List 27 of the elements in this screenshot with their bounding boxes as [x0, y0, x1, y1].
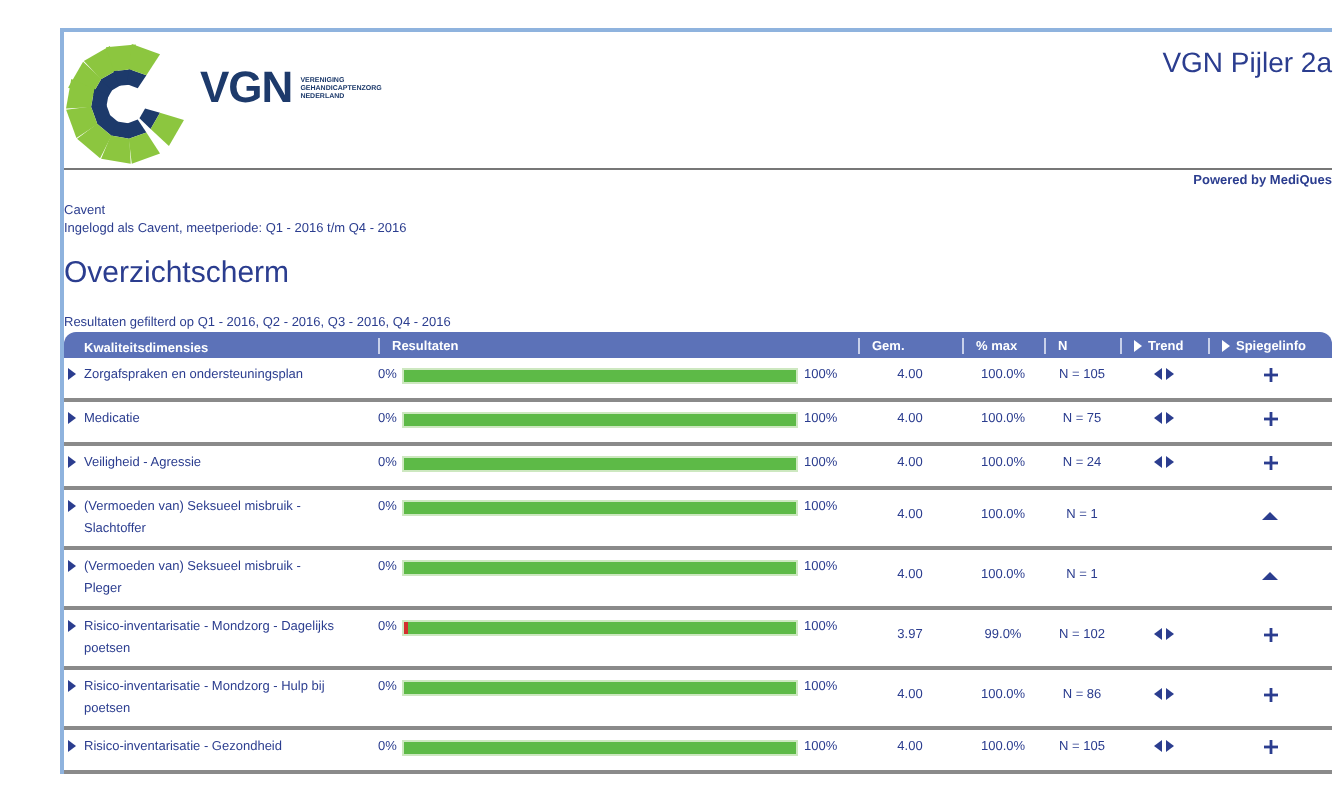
- logo-wordmark: VGN: [200, 62, 293, 114]
- plus-icon[interactable]: [1263, 412, 1277, 426]
- expand-arrow-icon[interactable]: [68, 680, 76, 692]
- expand-arrow-icon[interactable]: [68, 456, 76, 468]
- left-right-arrows-icon[interactable]: [1154, 627, 1174, 639]
- collapse-arrow-icon[interactable]: [1262, 511, 1278, 519]
- plus-icon[interactable]: [1263, 688, 1277, 702]
- left-right-arrows-icon[interactable]: [1154, 455, 1174, 467]
- expand-arrow-icon[interactable]: [68, 500, 76, 512]
- left-right-arrows-icon[interactable]: [1154, 411, 1174, 423]
- plus-icon[interactable]: [1263, 456, 1277, 470]
- left-right-arrows-icon[interactable]: [1154, 367, 1174, 379]
- expand-arrow-icon[interactable]: [1134, 340, 1142, 352]
- left-right-arrows-icon[interactable]: [1154, 739, 1174, 751]
- expand-arrow-icon[interactable]: [68, 412, 76, 424]
- expand-arrow-icon[interactable]: [68, 560, 76, 572]
- plus-icon[interactable]: [1263, 368, 1277, 382]
- app-title: VGN Pijler 2a: [1162, 44, 1332, 82]
- plus-icon[interactable]: [1263, 740, 1277, 754]
- collapse-arrow-icon[interactable]: [1262, 571, 1278, 579]
- expand-arrow-icon[interactable]: [68, 620, 76, 632]
- expand-arrow-icon[interactable]: [68, 740, 76, 752]
- expand-arrow-icon[interactable]: [1222, 340, 1230, 352]
- page-title: Overzichtscherm: [64, 256, 292, 292]
- expand-arrow-icon[interactable]: [68, 368, 76, 380]
- plus-icon[interactable]: [1263, 628, 1277, 642]
- left-right-arrows-icon[interactable]: [1154, 687, 1174, 699]
